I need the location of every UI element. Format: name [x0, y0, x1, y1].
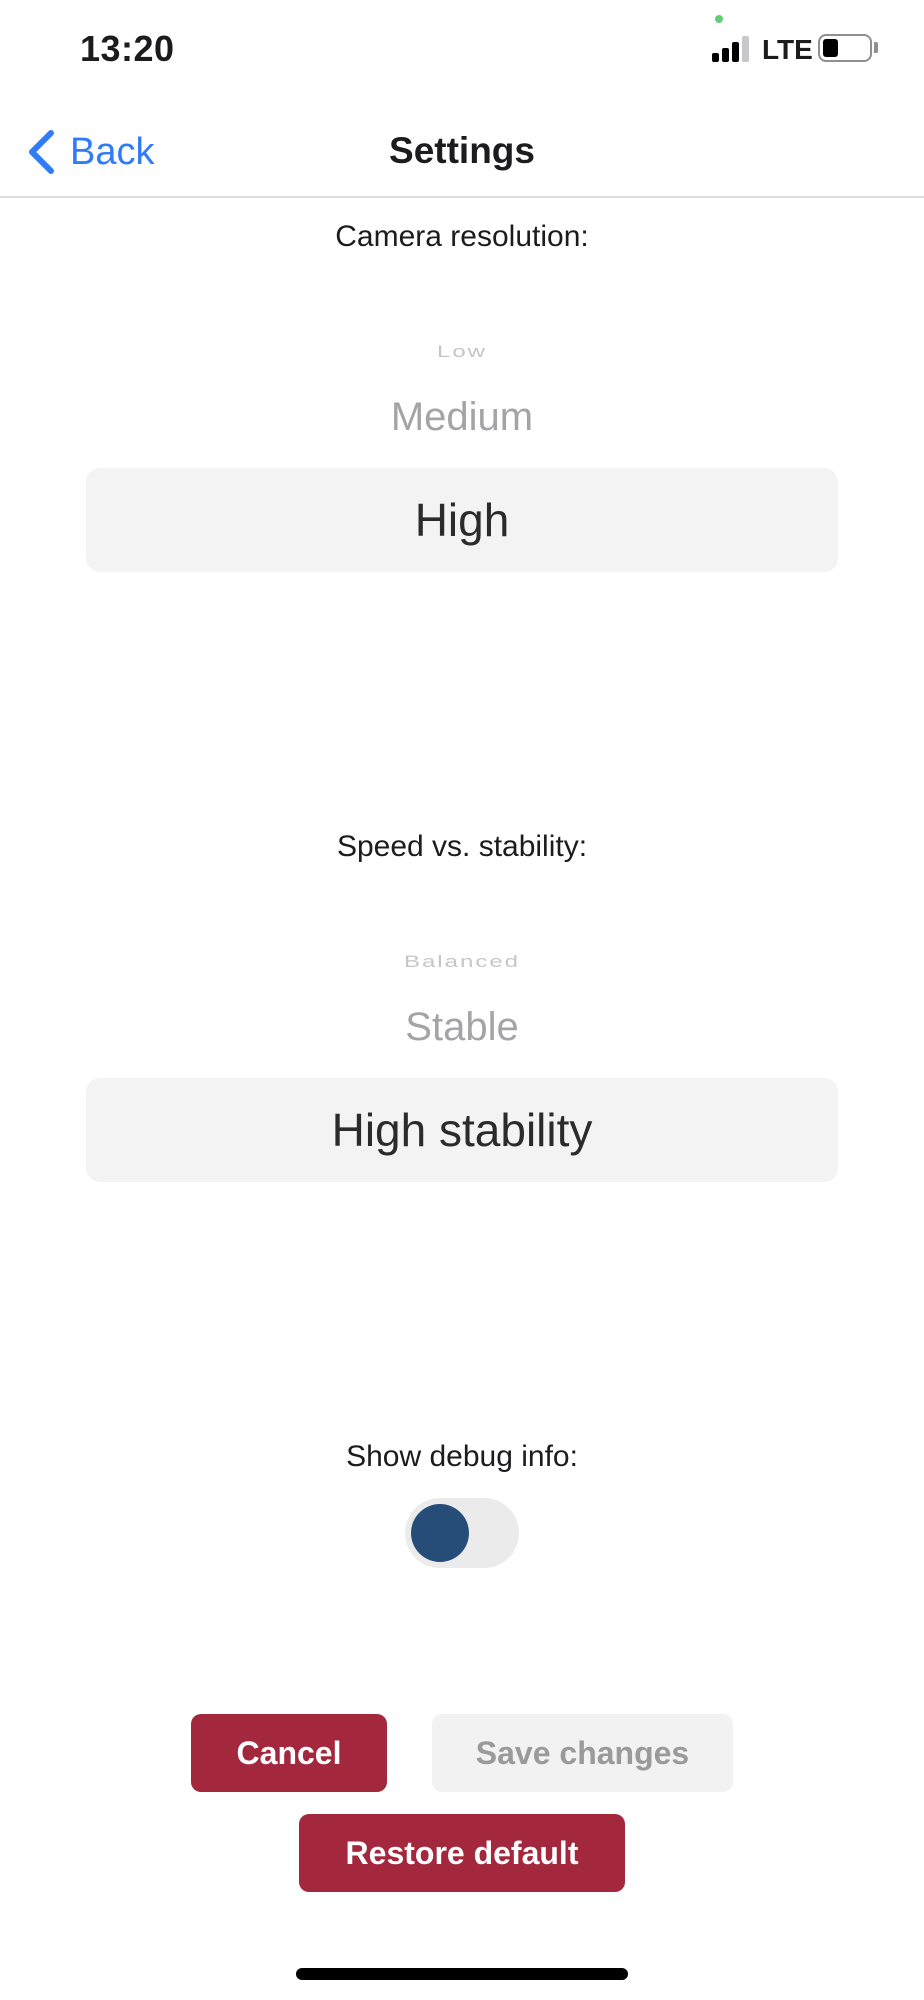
signal-strength-icon: [712, 34, 754, 62]
picker-option-balanced[interactable]: Balanced: [86, 952, 838, 972]
picker-option-medium[interactable]: Medium: [86, 395, 838, 440]
speed-stability-picker[interactable]: Balanced Stable High stability: [86, 930, 838, 1182]
debug-info-label: Show debug info:: [346, 1440, 578, 1473]
picker-option-selected[interactable]: High stability: [86, 1078, 838, 1182]
navigation-bar: Back Settings: [0, 110, 924, 198]
picker-option-selected[interactable]: High: [86, 468, 838, 572]
home-indicator[interactable]: [296, 1968, 628, 1980]
status-time: 13:20: [80, 28, 175, 69]
settings-screen: 13:20 LTE Back Settings Camera resolutio…: [0, 0, 924, 2000]
debug-info-toggle[interactable]: [405, 1498, 519, 1568]
cancel-button[interactable]: Cancel: [191, 1714, 387, 1792]
battery-level: [823, 39, 838, 57]
picker-option-low[interactable]: Low: [86, 342, 838, 362]
restore-default-button[interactable]: Restore default: [299, 1814, 625, 1892]
network-type: LTE: [762, 34, 813, 65]
battery-icon: [818, 34, 872, 62]
speed-stability-label: Speed vs. stability:: [336, 830, 588, 863]
picker-option-stable[interactable]: Stable: [86, 1005, 838, 1050]
camera-resolution-label: Camera resolution:: [335, 220, 589, 253]
save-changes-button[interactable]: Save changes: [432, 1714, 733, 1792]
toggle-knob: [411, 1504, 469, 1562]
page-title: Settings: [389, 130, 535, 171]
mic-indicator-icon: [715, 15, 723, 23]
camera-resolution-picker[interactable]: Low Medium High: [86, 320, 838, 572]
battery-nub: [874, 42, 878, 53]
